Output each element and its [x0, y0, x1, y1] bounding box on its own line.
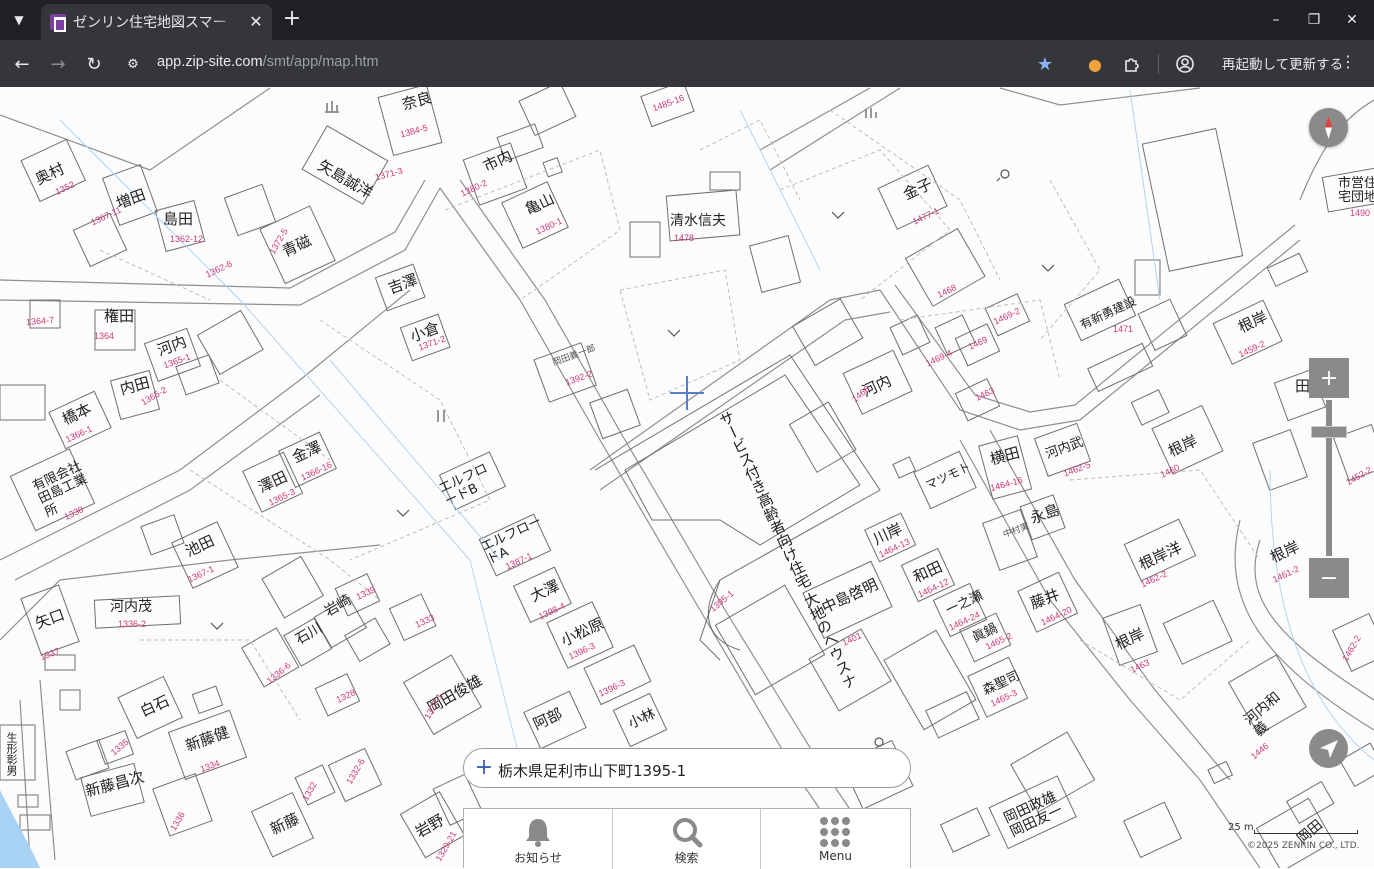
restore-icon[interactable]: ❐	[1301, 8, 1327, 32]
menu-label: 検索	[674, 851, 699, 865]
navigation-arrow-icon	[1319, 739, 1338, 758]
tab-search-icon[interactable]: ▼	[6, 7, 32, 33]
current-location-button[interactable]	[1309, 729, 1348, 768]
address-display[interactable]: + 栃木県足利市山下町1395-1	[463, 748, 911, 788]
scale-line	[1254, 830, 1358, 834]
favicon-icon	[50, 14, 66, 32]
crosshair-small-icon: +	[474, 755, 494, 780]
star-icon[interactable]: ★	[1033, 52, 1057, 76]
lot-number: 1362-12	[170, 234, 204, 244]
map-label: 河内茂	[110, 599, 152, 615]
copyright-text: ©2025 ZENRIN CO., LTD.	[1247, 841, 1360, 851]
forward-icon[interactable]: →	[44, 50, 72, 78]
address-text: 栃木県足利市山下町1395-1	[498, 762, 687, 780]
map-label: 市営住宅団地	[1338, 176, 1374, 206]
lot-number: 1478	[674, 233, 695, 243]
puzzle-icon[interactable]	[1120, 52, 1144, 76]
lot-number: 1490	[1350, 208, 1371, 218]
browser-toolbar: ← → ↻ ⚙ app.zip-site.com/smt/app/map.htm…	[0, 40, 1374, 87]
browser-tab[interactable]: ゼンリン住宅地図スマー ✕	[41, 4, 272, 40]
zoom-slider-thumb[interactable]	[1311, 425, 1347, 438]
close-icon[interactable]: ✕	[245, 10, 267, 32]
lot-number: 1364	[94, 331, 115, 341]
zoom-in-button[interactable]: +	[1309, 358, 1349, 398]
map-label: 生形彰男	[5, 732, 18, 776]
menu-label: Menu	[819, 849, 852, 863]
bottom-menu: お知らせ 検索 Menu	[463, 808, 911, 869]
grid-icon	[820, 817, 850, 847]
restart-label: 再起動して更新する	[1222, 57, 1344, 73]
map-label: 権田	[104, 307, 135, 325]
compass-needle-icon	[1325, 116, 1332, 139]
map-label: 清水信夫	[670, 213, 726, 229]
extension-icon[interactable]: ●	[1083, 52, 1107, 76]
url-host: app.zip-site.com	[157, 54, 263, 70]
minimize-icon[interactable]: –	[1263, 8, 1289, 32]
profile-icon[interactable]	[1173, 52, 1197, 76]
lot-number: 1471	[1113, 324, 1134, 334]
search-icon	[673, 818, 703, 848]
menu-item-menu[interactable]: Menu	[760, 809, 910, 869]
restart-update-button[interactable]: 再起動して更新する ⋮	[1210, 48, 1364, 78]
scale-bar: 25 m	[1228, 822, 1360, 836]
window-close-icon[interactable]: ✕	[1339, 8, 1365, 32]
tab-strip: ▼ ゼンリン住宅地図スマー ✕ + – ❐ ✕	[0, 0, 1374, 40]
reload-icon[interactable]: ↻	[80, 50, 108, 78]
zoom-slider-track[interactable]	[1326, 400, 1332, 556]
toolbar-separator	[1158, 54, 1159, 74]
menu-item-notices[interactable]: お知らせ	[464, 809, 612, 869]
site-info-icon[interactable]: ⚙	[122, 53, 144, 75]
tab-title: ゼンリン住宅地図スマー	[73, 15, 227, 31]
menu-item-search[interactable]: 検索	[612, 809, 760, 869]
compass-button[interactable]	[1309, 108, 1348, 147]
more-icon[interactable]: ⋮	[1340, 52, 1356, 71]
new-tab-icon[interactable]: +	[280, 7, 304, 31]
lot-number: 1336-2	[118, 619, 147, 629]
scale-label: 25 m	[1228, 822, 1254, 833]
bell-icon	[526, 819, 550, 847]
zoom-out-button[interactable]: −	[1309, 558, 1349, 598]
menu-label: お知らせ	[514, 851, 562, 865]
map-label: 島田	[163, 210, 194, 228]
url-path: /smt/app/map.htm	[262, 54, 379, 70]
crosshair-icon	[670, 376, 704, 410]
back-icon[interactable]: ←	[8, 50, 36, 78]
address-bar-url[interactable]: app.zip-site.com/smt/app/map.htm	[157, 54, 379, 70]
